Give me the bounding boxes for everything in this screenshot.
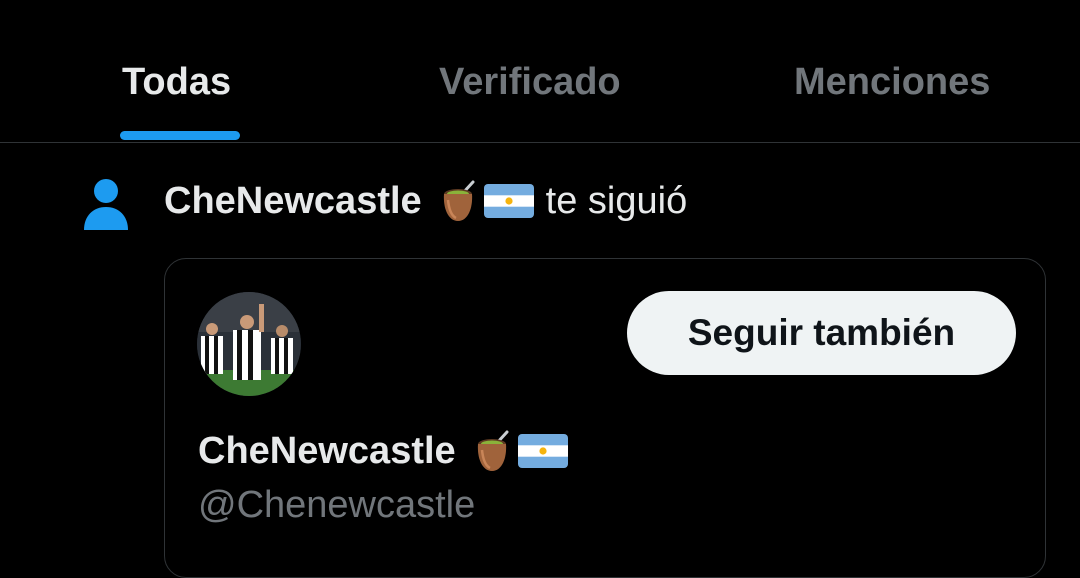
active-tab-indicator bbox=[120, 131, 240, 140]
mate-icon bbox=[443, 180, 475, 221]
tab-todas[interactable]: Todas bbox=[122, 58, 231, 106]
argentina-flag-icon bbox=[517, 434, 568, 468]
notification-user-name[interactable]: CheNewcastle bbox=[164, 180, 422, 223]
argentina-flag-icon bbox=[483, 184, 534, 218]
notification-text: CheNewcastle te siguió bbox=[164, 176, 687, 226]
profile-handle: @Chenewcastle bbox=[198, 484, 476, 526]
profile-emojis bbox=[474, 430, 568, 472]
notification-action: te siguió bbox=[545, 179, 688, 222]
tabs-divider bbox=[0, 142, 1080, 143]
tab-verificado[interactable]: Verificado bbox=[439, 58, 621, 106]
tab-menciones[interactable]: Menciones bbox=[794, 58, 990, 106]
person-icon bbox=[84, 179, 128, 230]
profile-avatar[interactable] bbox=[197, 292, 301, 396]
profile-display-name-row: CheNewcastle bbox=[198, 425, 568, 477]
notification-tabs: Todas Verificado Menciones bbox=[0, 0, 1080, 142]
profile-card[interactable]: Seguir también CheNewcastle @Chenewcastl… bbox=[164, 258, 1046, 578]
profile-display-name[interactable]: CheNewcastle bbox=[198, 430, 456, 473]
follow-back-button[interactable]: Seguir también bbox=[627, 291, 1016, 375]
mate-icon bbox=[477, 430, 509, 471]
avatar-image bbox=[197, 292, 301, 396]
notification-emojis bbox=[440, 180, 534, 222]
